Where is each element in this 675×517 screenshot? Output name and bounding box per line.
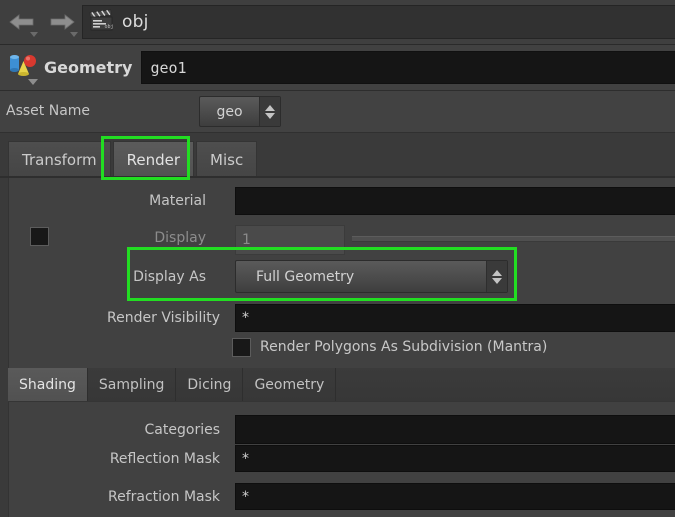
- refraction-mask-label: Refraction Mask: [108, 489, 220, 505]
- render-visibility-value: *: [242, 310, 249, 326]
- path-text: obj: [122, 12, 149, 32]
- refraction-mask-value: *: [242, 488, 249, 505]
- reflection-mask-value: *: [242, 450, 249, 467]
- tab-misc-label: Misc: [210, 150, 244, 169]
- main-tab-strip: Transform Render Misc: [0, 133, 675, 178]
- reflection-mask-label: Reflection Mask: [109, 451, 220, 467]
- material-label: Material: [149, 193, 206, 209]
- asset-name-label: Asset Name: [6, 103, 91, 119]
- render-subdiv-checkbox[interactable]: [232, 338, 251, 357]
- parameter-editor-panel: obj obj Geometry geo1 Asset Name geo Tra…: [0, 0, 675, 517]
- subtab-filler: [336, 368, 675, 401]
- subtab-dicing[interactable]: Dicing: [176, 368, 244, 401]
- arrow-right-icon: [48, 12, 76, 32]
- subtab-sampling[interactable]: Sampling: [87, 368, 177, 401]
- path-bar: obj obj: [0, 0, 675, 45]
- display-as-spinner-icon[interactable]: [486, 261, 507, 292]
- tab-render[interactable]: Render: [112, 141, 195, 177]
- forward-history-caret-icon[interactable]: [70, 32, 78, 37]
- asset-name-value: geo: [216, 103, 243, 120]
- render-visibility-input[interactable]: *: [235, 304, 675, 332]
- subtab-shading[interactable]: Shading: [8, 368, 88, 401]
- display-as-label: Display As: [133, 269, 206, 285]
- node-name-text: geo1: [150, 58, 187, 77]
- arrow-left-icon: [8, 12, 36, 32]
- tab-transform[interactable]: Transform: [8, 141, 111, 177]
- parameter-body: Material Display 1 Display As Full Geome…: [0, 178, 675, 517]
- path-input[interactable]: obj obj: [82, 5, 675, 39]
- geometry-primitives-icon[interactable]: [8, 52, 38, 85]
- subtab-geometry[interactable]: Geometry: [243, 368, 337, 401]
- svg-text:obj: obj: [105, 24, 114, 30]
- display-label: Display: [154, 230, 206, 246]
- tab-render-label: Render: [126, 150, 181, 169]
- reflection-mask-input[interactable]: *: [235, 445, 675, 472]
- back-history-caret-icon[interactable]: [30, 32, 38, 37]
- display-value: 1: [242, 232, 251, 248]
- node-type-label: Geometry: [44, 58, 133, 77]
- node-name-input[interactable]: geo1: [141, 51, 675, 84]
- sub-tab-strip: Shading Sampling Dicing Geometry: [8, 368, 675, 401]
- display-slider[interactable]: [352, 236, 675, 242]
- render-subdiv-label: Render Polygons As Subdivision (Mantra): [260, 339, 548, 355]
- render-visibility-label: Render Visibility: [107, 310, 220, 326]
- categories-input[interactable]: [235, 415, 675, 444]
- subtab-divider: [8, 401, 675, 402]
- material-input[interactable]: [235, 187, 675, 215]
- tab-misc[interactable]: Misc: [196, 141, 258, 177]
- tab-transform-label: Transform: [22, 150, 97, 169]
- subtab-sampling-label: Sampling: [98, 376, 165, 393]
- subtab-dicing-label: Dicing: [187, 376, 232, 393]
- display-as-dropdown[interactable]: Full Geometry: [235, 260, 508, 293]
- forward-button[interactable]: [44, 4, 80, 40]
- back-button[interactable]: [4, 4, 40, 40]
- asset-name-dropdown[interactable]: geo: [199, 96, 281, 127]
- node-type-caret-icon[interactable]: [28, 78, 38, 85]
- categories-label: Categories: [144, 422, 220, 438]
- display-as-value: Full Geometry: [256, 268, 355, 285]
- node-header: Geometry geo1: [0, 45, 675, 91]
- asset-name-row: Asset Name: [0, 91, 675, 133]
- subtab-shading-label: Shading: [19, 376, 76, 393]
- refraction-mask-input[interactable]: *: [235, 483, 675, 510]
- clapperboard-icon: obj: [89, 8, 115, 36]
- subtab-geometry-label: Geometry: [254, 376, 325, 393]
- display-input[interactable]: 1: [235, 225, 345, 255]
- asset-name-spinner-icon[interactable]: [259, 97, 280, 126]
